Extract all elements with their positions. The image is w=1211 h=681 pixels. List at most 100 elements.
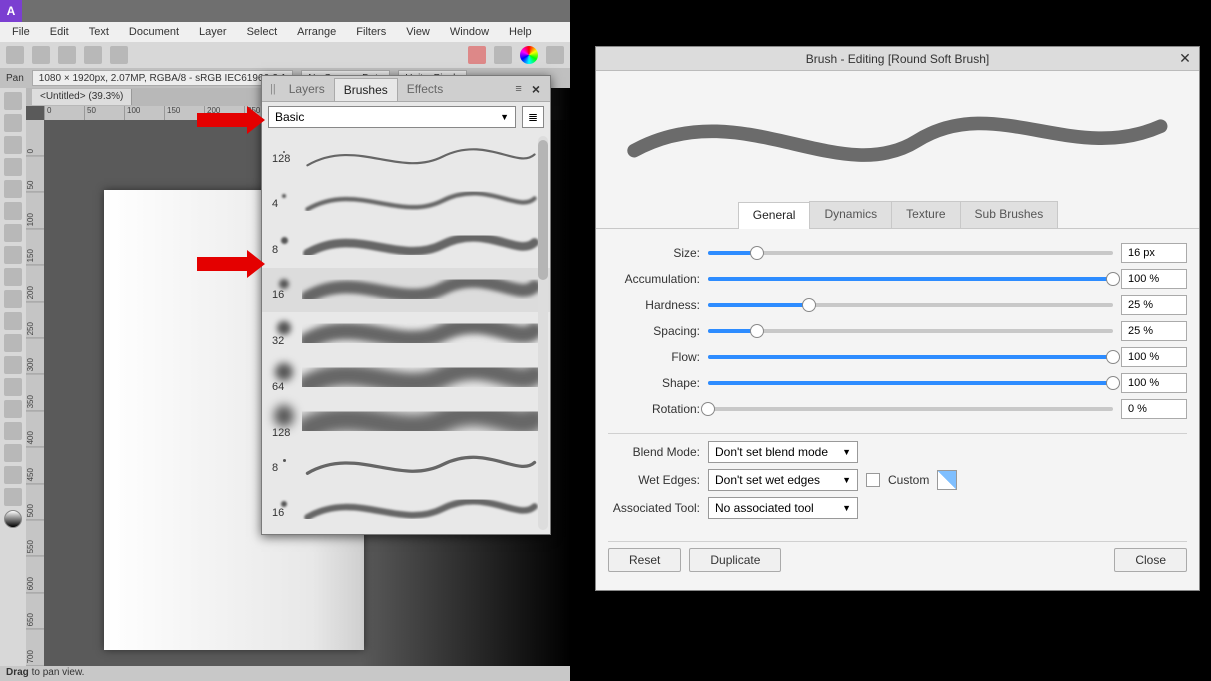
title-bar[interactable]: A	[0, 0, 570, 22]
tool-zoom[interactable]	[4, 158, 22, 176]
scrollbar-thumb[interactable]	[538, 140, 548, 280]
slider-track[interactable]	[708, 402, 1113, 416]
toolbar-icon[interactable]	[520, 46, 538, 64]
tool-crop[interactable]	[4, 180, 22, 198]
menu-window[interactable]: Window	[440, 24, 499, 40]
menu-edit[interactable]: Edit	[40, 24, 79, 40]
brush-item[interactable]: 32	[262, 312, 550, 356]
menu-bar[interactable]: FileEditTextDocumentLayerSelectArrangeFi…	[0, 22, 570, 42]
slider-value-input[interactable]: 25 %	[1121, 321, 1187, 341]
brush-item[interactable]: 4	[262, 180, 550, 224]
menu-layer[interactable]: Layer	[189, 24, 237, 40]
tool-dodge[interactable]	[4, 378, 22, 396]
tool-mesh[interactable]	[4, 488, 22, 506]
dialog-tab-texture[interactable]: Texture	[891, 201, 960, 228]
dialog-tab-dynamics[interactable]: Dynamics	[809, 201, 892, 228]
slider-value-input[interactable]: 25 %	[1121, 295, 1187, 315]
toolbar-icon[interactable]	[84, 46, 102, 64]
tool-clone[interactable]	[4, 334, 22, 352]
toolbar-icon[interactable]	[468, 46, 486, 64]
brush-item[interactable]: 16	[262, 268, 550, 312]
toolbar-icon[interactable]	[32, 46, 50, 64]
slider-track[interactable]	[708, 350, 1113, 364]
slider-track[interactable]	[708, 324, 1113, 338]
menu-text[interactable]: Text	[79, 24, 119, 40]
tool-text[interactable]	[4, 466, 22, 484]
menu-view[interactable]: View	[396, 24, 440, 40]
tool-erase[interactable]	[4, 268, 22, 286]
dialog-tab-bar[interactable]: GeneralDynamicsTextureSub Brushes	[596, 201, 1199, 229]
brush-item[interactable]: 16	[262, 488, 550, 532]
blend-mode-select[interactable]: Don't set blend mode▼	[708, 441, 858, 463]
dialog-tab-general[interactable]: General	[738, 202, 811, 229]
brush-item[interactable]: 128	[262, 400, 550, 444]
slider-knob[interactable]	[1106, 376, 1120, 390]
slider-value-input[interactable]: 100 %	[1121, 269, 1187, 289]
tool-colorpick[interactable]	[4, 510, 22, 528]
panel-close-icon[interactable]: ×	[526, 81, 546, 97]
panel-tab-bar[interactable]: || Layers Brushes Effects ≡ ×	[262, 76, 550, 102]
panel-menu-icon[interactable]: ≡	[511, 83, 525, 95]
tool-lasso[interactable]	[4, 224, 22, 242]
slider-knob[interactable]	[1106, 272, 1120, 286]
menu-filters[interactable]: Filters	[346, 24, 396, 40]
slider-knob[interactable]	[750, 324, 764, 338]
tool-fill[interactable]	[4, 290, 22, 308]
close-button[interactable]: Close	[1114, 548, 1187, 572]
toolbar-icon[interactable]	[494, 46, 512, 64]
tool-pen[interactable]	[4, 422, 22, 440]
custom-checkbox[interactable]	[866, 473, 880, 487]
slider-value-input[interactable]: 100 %	[1121, 347, 1187, 367]
brush-item[interactable]: 8	[262, 444, 550, 488]
tool-brush[interactable]	[4, 246, 22, 264]
slider-value-input[interactable]: 16 px	[1121, 243, 1187, 263]
dialog-tab-sub-brushes[interactable]: Sub Brushes	[960, 201, 1059, 228]
reset-button[interactable]: Reset	[608, 548, 681, 572]
slider-knob[interactable]	[750, 246, 764, 260]
toolbar-icon[interactable]	[546, 46, 564, 64]
menu-file[interactable]: File	[2, 24, 40, 40]
brush-item[interactable]: 64	[262, 356, 550, 400]
slider-track[interactable]	[708, 246, 1113, 260]
tool-gradient[interactable]	[4, 312, 22, 330]
panel-drag-handle[interactable]: ||	[266, 83, 280, 95]
wet-edges-swatch[interactable]	[937, 470, 957, 490]
tool-select[interactable]	[4, 202, 22, 220]
associated-tool-select[interactable]: No associated tool▼	[708, 497, 858, 519]
duplicate-button[interactable]: Duplicate	[689, 548, 781, 572]
tool-move[interactable]	[4, 92, 22, 110]
brush-list[interactable]: 12848163264128816	[262, 132, 550, 534]
menu-arrange[interactable]: Arrange	[287, 24, 346, 40]
brush-item[interactable]: 128	[262, 136, 550, 180]
tab-layers[interactable]: Layers	[280, 78, 334, 100]
brush-category-select[interactable]: Basic ▼	[268, 106, 516, 128]
toolbar-icon[interactable]	[58, 46, 76, 64]
document-tab[interactable]: <Untitled> (39.3%)	[32, 89, 132, 105]
tools-column[interactable]	[0, 88, 26, 666]
top-toolbar[interactable]	[0, 42, 570, 68]
tab-effects[interactable]: Effects	[398, 78, 452, 100]
slider-value-input[interactable]: 100 %	[1121, 373, 1187, 393]
dialog-close-icon[interactable]: ✕	[1175, 49, 1195, 67]
dialog-title-bar[interactable]: Brush - Editing [Round Soft Brush] ✕	[596, 47, 1199, 71]
tool-heal[interactable]	[4, 356, 22, 374]
toolbar-icon[interactable]	[110, 46, 128, 64]
brush-item[interactable]: 8	[262, 224, 550, 268]
toolbar-icon[interactable]	[6, 46, 24, 64]
menu-help[interactable]: Help	[499, 24, 542, 40]
slider-value-input[interactable]: 0 %	[1121, 399, 1187, 419]
slider-track[interactable]	[708, 272, 1113, 286]
slider-track[interactable]	[708, 376, 1113, 390]
brushes-panel[interactable]: || Layers Brushes Effects ≡ × Basic ▼ ≣ …	[261, 75, 551, 535]
tool-blur[interactable]	[4, 400, 22, 418]
wet-edges-select[interactable]: Don't set wet edges▼	[708, 469, 858, 491]
tool-shape[interactable]	[4, 444, 22, 462]
slider-track[interactable]	[708, 298, 1113, 312]
menu-select[interactable]: Select	[237, 24, 288, 40]
slider-knob[interactable]	[701, 402, 715, 416]
slider-knob[interactable]	[802, 298, 816, 312]
tool-node[interactable]	[4, 114, 22, 132]
slider-knob[interactable]	[1106, 350, 1120, 364]
menu-document[interactable]: Document	[119, 24, 189, 40]
brush-editing-dialog[interactable]: Brush - Editing [Round Soft Brush] ✕ Gen…	[595, 46, 1200, 591]
